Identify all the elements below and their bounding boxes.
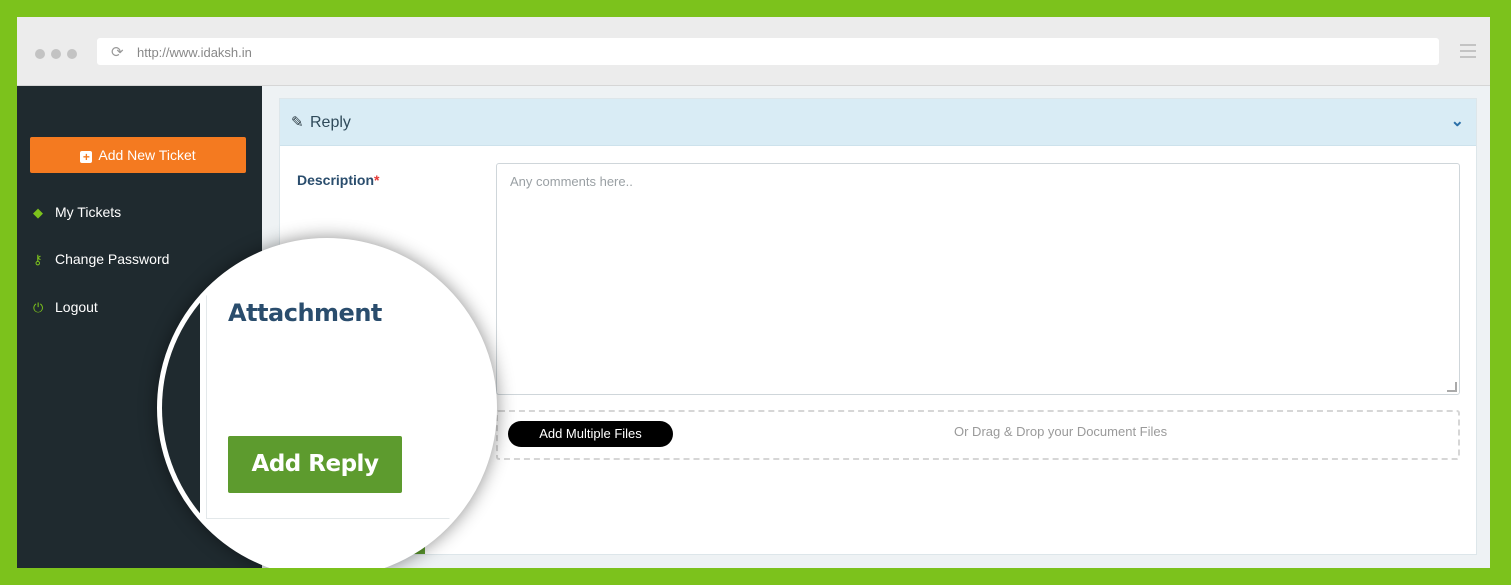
sidebar-item-my-tickets[interactable]: ◆ My Tickets: [33, 204, 121, 221]
plus-square-icon: +: [80, 151, 93, 163]
sidebar-item-change-password[interactable]: ⚷ Change Password: [33, 251, 169, 268]
sidebar-item-label: My Tickets: [55, 204, 122, 220]
window-dot-icon[interactable]: [51, 49, 61, 59]
add-multiple-files-button[interactable]: Add Multiple Files: [508, 421, 673, 447]
pencil-icon: ✎: [291, 114, 304, 131]
ticket-icon: ◆: [33, 205, 43, 220]
window-dot-icon[interactable]: [67, 49, 77, 59]
description-label-text: Description: [297, 172, 375, 188]
attachment-label: Attachment: [228, 299, 382, 327]
browser-toolbar: ⟳ http://www.idaksh.in: [17, 17, 1490, 86]
reload-icon[interactable]: ⟳: [111, 43, 124, 61]
chevron-down-icon[interactable]: ⌄: [1451, 111, 1464, 131]
sidebar-item-label: Change Password: [55, 251, 170, 267]
magnifier-callout: Attachment Add Reply: [157, 238, 497, 568]
file-dropzone[interactable]: Add Multiple Files Or Drag & Drop your D…: [496, 410, 1460, 460]
power-icon: ⏻: [33, 300, 44, 315]
sidebar-item-logout[interactable]: ⏻ Logout: [33, 299, 98, 316]
url-text[interactable]: http://www.idaksh.in: [137, 45, 252, 60]
hamburger-menu-icon[interactable]: [1460, 44, 1476, 62]
magnified-sidebar: [162, 243, 200, 568]
address-bar[interactable]: ⟳ http://www.idaksh.in: [97, 38, 1439, 65]
resize-handle-icon[interactable]: [1447, 382, 1457, 392]
description-label: Description*: [297, 172, 379, 188]
required-mark: *: [374, 172, 380, 188]
description-textarea[interactable]: Any comments here..: [496, 163, 1460, 395]
drop-hint: Or Drag & Drop your Document Files: [954, 424, 1168, 439]
browser-window: ⟳ http://www.idaksh.in + Add New Ticket ◆…: [17, 17, 1490, 568]
add-new-ticket-button[interactable]: + Add New Ticket: [30, 137, 246, 173]
add-reply-button[interactable]: Add Reply: [228, 436, 402, 493]
key-icon: ⚷: [33, 252, 43, 267]
reply-panel-header[interactable]: ✎ Reply ⌄: [280, 99, 1476, 146]
panel-title: Reply: [310, 114, 351, 131]
sidebar-item-label: Logout: [55, 299, 98, 315]
description-placeholder: Any comments here..: [510, 174, 633, 189]
add-new-ticket-label: Add New Ticket: [98, 147, 196, 163]
window-controls[interactable]: [35, 46, 83, 64]
window-dot-icon[interactable]: [35, 49, 45, 59]
